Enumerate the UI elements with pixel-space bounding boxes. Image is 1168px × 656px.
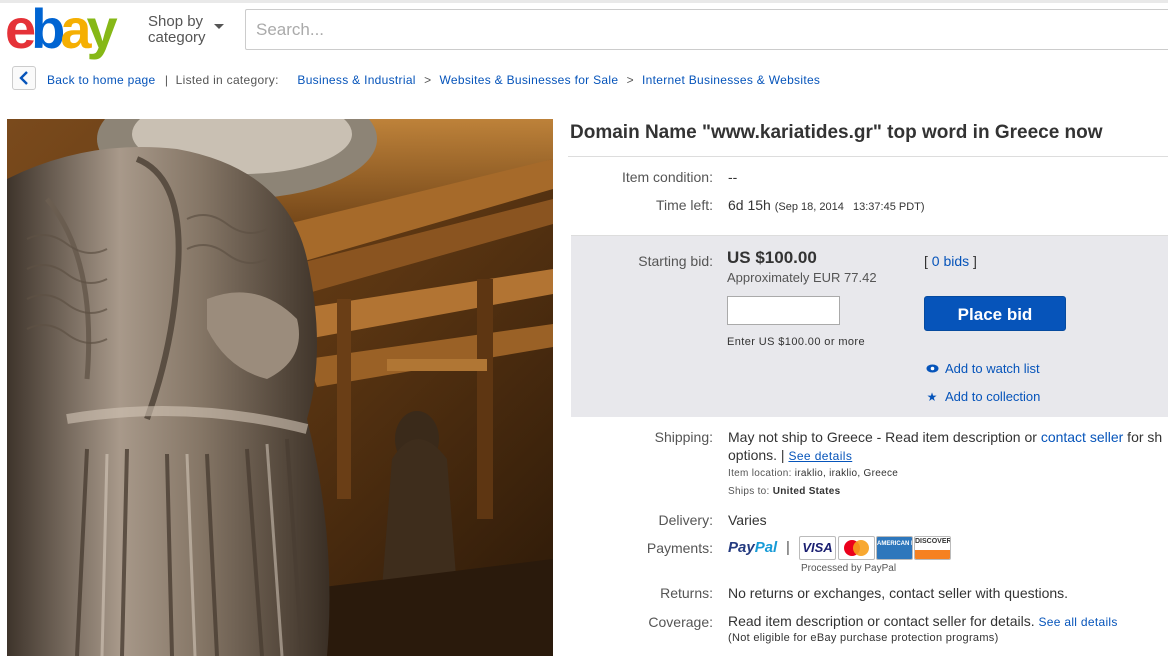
contact-seller-link[interactable]: contact seller	[1041, 429, 1123, 445]
collection-label: Add to collection	[945, 389, 1041, 404]
returns-label: Returns:	[660, 585, 713, 601]
item-location-value: iraklio, iraklio, Greece	[794, 468, 899, 479]
paypal-logo-part: Pal	[754, 539, 778, 556]
item-photo[interactable]	[7, 119, 553, 656]
bracket: ]	[973, 253, 977, 269]
breadcrumb-item-business-industrial[interactable]: Business & Industrial	[297, 73, 415, 87]
shop-by-label: Shop by	[148, 13, 204, 30]
time-left-label: Time left:	[655, 197, 713, 213]
end-time: (Sep 18, 2014 13:37:45 PDT)	[774, 201, 925, 213]
star-icon: ★	[926, 390, 938, 404]
shipping-text-part: May not ship to Greece - Read item descr…	[728, 429, 1041, 445]
breadcrumb-item-websites-businesses[interactable]: Websites & Businesses for Sale	[439, 73, 618, 87]
bid-amount-input[interactable]	[727, 296, 840, 325]
breadcrumb-arrow: >	[626, 73, 634, 87]
coverage-row: Read item description or contact seller …	[728, 613, 1118, 629]
add-to-watch-list-link[interactable]: Add to watch list	[925, 361, 1040, 376]
item-location-row: Item location: iraklio, iraklio, Greece	[728, 468, 898, 479]
ships-to-row: Ships to: United States	[728, 486, 841, 497]
logo-letter: y	[86, 0, 118, 60]
amex-card-icon: AMERICAN EXPRESS	[876, 536, 913, 560]
logo-letter: b	[31, 0, 65, 60]
shipping-label: Shipping:	[654, 429, 713, 445]
mastercard-icon	[838, 536, 875, 560]
bid-count-link[interactable]: 0 bids	[932, 253, 969, 269]
divider	[568, 156, 1168, 157]
shipping-options-row: options. | See details	[728, 447, 852, 463]
starting-bid-price: US $100.00	[727, 248, 817, 267]
search-box[interactable]	[245, 9, 1168, 50]
place-bid-button[interactable]: Place bid	[924, 296, 1066, 331]
time-left-value-row: 6d 15h (Sep 18, 2014 13:37:45 PDT)	[728, 197, 925, 213]
returns-value: No returns or exchanges, contact seller …	[728, 585, 1069, 601]
search-input[interactable]	[246, 10, 1168, 49]
chevron-down-icon	[214, 24, 224, 29]
listed-in-label: Listed in category:	[175, 73, 279, 87]
logo-letter: e	[5, 0, 36, 60]
bracket: [	[924, 253, 928, 269]
see-all-details-link[interactable]: See all details	[1038, 615, 1117, 629]
delivery-value: Varies	[728, 512, 767, 528]
item-location-label: Item location:	[728, 468, 792, 479]
coverage-value: Read item description or contact seller …	[728, 613, 1035, 629]
ebay-logo[interactable]: ebay	[5, 0, 118, 60]
see-details-link[interactable]: See details	[788, 449, 852, 463]
eye-icon	[925, 362, 939, 376]
discover-card-icon: DISCOVER	[914, 536, 951, 560]
starting-bid-label: Starting bid:	[638, 253, 713, 269]
bid-count: [ 0 bids ]	[924, 253, 977, 269]
approx-price: Approximately EUR 77.42	[727, 270, 877, 285]
amex-text: AMERICAN EXPRESS	[877, 541, 912, 547]
item-condition-value: --	[728, 169, 738, 185]
breadcrumb: Back to home page | Listed in category: …	[47, 73, 820, 87]
shipping-options-text: options. |	[728, 447, 785, 463]
paypal-logo: PayPal	[728, 539, 777, 556]
coverage-label: Coverage:	[648, 614, 713, 630]
top-border	[0, 0, 1168, 3]
logo-letter: a	[60, 0, 91, 60]
processed-by-paypal: Processed by PayPal	[801, 563, 897, 574]
shop-by-category-button[interactable]: Shop by category	[148, 13, 224, 46]
item-condition-label: Item condition:	[621, 169, 713, 185]
caryatid-statue-image	[7, 119, 553, 656]
add-to-collection-link[interactable]: ★ Add to collection	[925, 389, 1041, 404]
visa-text: VISA	[802, 540, 833, 555]
breadcrumb-arrow: >	[424, 73, 432, 87]
shipping-text: May not ship to Greece - Read item descr…	[728, 429, 1162, 445]
breadcrumb-item-internet-businesses[interactable]: Internet Businesses & Websites	[642, 73, 820, 87]
breadcrumb-separator: |	[164, 73, 169, 87]
shipping-text-part: for sh	[1123, 429, 1163, 445]
visa-card-icon: VISA	[799, 536, 836, 560]
time-left-value: 6d 15h	[728, 197, 771, 213]
discover-text: DISCOVER	[915, 538, 951, 545]
back-button[interactable]	[12, 66, 36, 90]
coverage-note: (Not eligible for eBay purchase protecti…	[728, 632, 999, 644]
payments-label: Payments:	[646, 540, 713, 556]
ships-to-label: Ships to:	[728, 486, 770, 497]
item-title: Domain Name "www.kariatides.gr" top word…	[570, 122, 1103, 143]
chevron-left-icon	[19, 71, 28, 85]
paypal-logo-part: Pay	[728, 539, 755, 556]
category-label: category	[148, 29, 206, 46]
back-to-home-link[interactable]: Back to home page	[47, 73, 156, 87]
bid-hint: Enter US $100.00 or more	[727, 336, 866, 348]
divider: |	[786, 539, 790, 556]
watch-list-label: Add to watch list	[945, 361, 1040, 376]
delivery-label: Delivery:	[658, 512, 713, 528]
ships-to-value: United States	[772, 486, 841, 497]
